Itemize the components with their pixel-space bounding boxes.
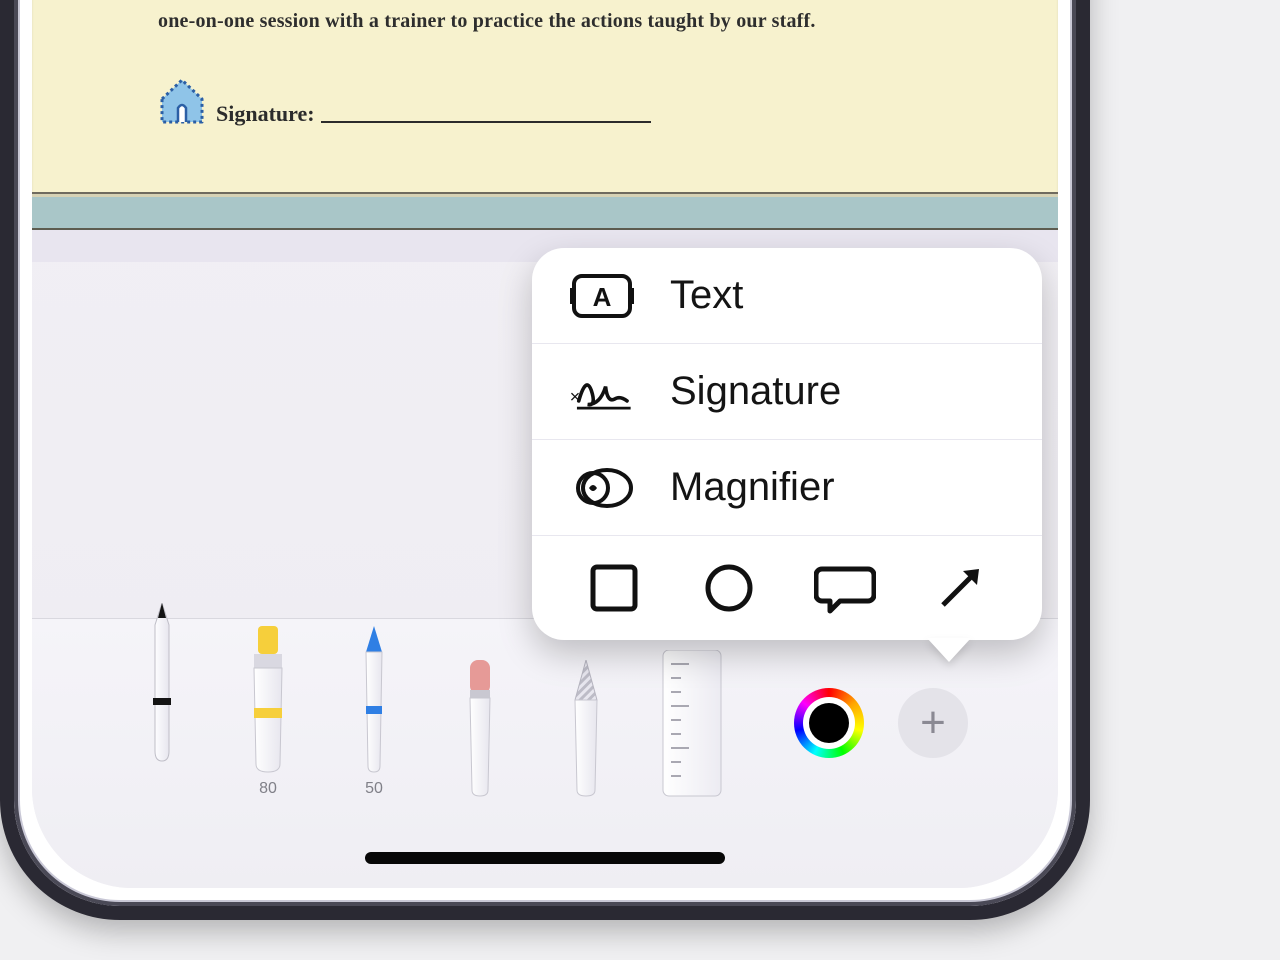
color-picker-button[interactable] (794, 688, 864, 758)
signature-icon: × (568, 368, 636, 416)
popover-item-label: Magnifier (670, 465, 835, 510)
lasso-tool[interactable] (556, 660, 616, 798)
document-page[interactable]: one-on-one session with a trainer to pra… (32, 0, 1058, 194)
toolbar-right-controls: + (794, 688, 968, 758)
popover-item-signature[interactable]: × Signature (532, 344, 1042, 440)
shape-arrow-button[interactable] (923, 551, 997, 625)
current-color-swatch (809, 703, 849, 743)
highlighter-size-label: 80 (259, 780, 277, 798)
shape-circle-button[interactable] (692, 551, 766, 625)
magnifier-icon (568, 464, 636, 512)
add-annotation-button[interactable]: + (898, 688, 968, 758)
popover-shapes-row (532, 536, 1042, 640)
pen-tool[interactable] (132, 603, 192, 768)
highlighter-tool[interactable]: 80 (238, 626, 298, 798)
tool-row: 80 50 (132, 626, 722, 798)
popover-item-text[interactable]: A Text (532, 248, 1042, 344)
home-icon (158, 72, 206, 127)
device-frame: one-on-one session with a trainer to pra… (0, 0, 1090, 920)
document-footer-band (32, 194, 1058, 230)
plus-icon: + (920, 701, 946, 745)
document-body-text: one-on-one session with a trainer to pra… (158, 10, 816, 33)
signature-row: Signature: (158, 72, 651, 127)
text-box-icon: A (568, 270, 636, 322)
pencil-size-label: 50 (365, 780, 383, 798)
eraser-tool[interactable] (450, 660, 510, 798)
home-indicator[interactable] (365, 852, 725, 864)
svg-text:A: A (593, 282, 612, 312)
popover-item-label: Text (670, 273, 743, 318)
ruler-tool[interactable] (662, 650, 722, 798)
markup-toolbar: 80 50 (32, 618, 1058, 888)
shape-square-button[interactable] (577, 551, 651, 625)
popover-item-magnifier[interactable]: Magnifier (532, 440, 1042, 536)
add-annotation-popover: A Text × Signature (532, 248, 1042, 640)
pencil-tool[interactable]: 50 (344, 626, 404, 798)
signature-label: Signature: (216, 101, 315, 127)
screen: one-on-one session with a trainer to pra… (32, 0, 1058, 888)
popover-item-label: Signature (670, 369, 841, 414)
shape-speech-bubble-button[interactable] (808, 551, 882, 625)
signature-line[interactable] (321, 121, 651, 123)
